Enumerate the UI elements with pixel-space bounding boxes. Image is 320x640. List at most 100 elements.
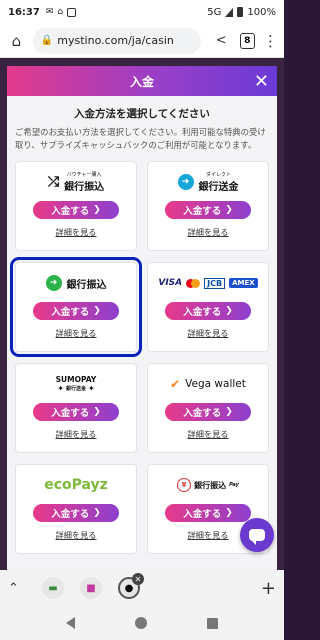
new-tab-icon[interactable]: +: [261, 578, 276, 599]
logo-subtext: バウチャー購入: [66, 172, 102, 179]
logo-text: 銀行振込: [66, 279, 107, 291]
wrestler-icon: ✦: [88, 384, 95, 394]
tab-count-button[interactable]: 8: [239, 32, 255, 49]
payment-method-grid: ⤮ バウチャー購入 銀行振込 入金する❯ 詳細を見る ➜ ダイレクト 銀行送金: [10, 161, 269, 555]
payment-card-voucher-bank-transfer[interactable]: ⤮ バウチャー購入 銀行振込 入金する ❯ 詳細を見る: [15, 161, 137, 252]
logo-subtext: ダイレクト: [205, 172, 231, 179]
logo-text: 銀行振込: [64, 182, 105, 194]
logo-subtext: Pay: [229, 482, 239, 489]
overflow-menu-icon[interactable]: ⋮: [263, 32, 278, 50]
details-link[interactable]: 詳細を見る: [188, 428, 229, 440]
site-tab-icon: ●: [124, 582, 134, 594]
chat-button[interactable]: [240, 518, 274, 552]
battery-label: 100%: [247, 6, 276, 18]
credit-card-logos: VISA JCB AMEX: [158, 271, 258, 295]
app-notification-icon: [67, 7, 77, 17]
details-link[interactable]: 詳細を見る: [56, 529, 97, 541]
direct-bank-remittance-logo: ➜ ダイレクト 銀行送金: [177, 170, 239, 194]
url-text: mystino.com/ja/casin: [57, 34, 174, 47]
deposit-button-label: 入金する: [51, 509, 90, 521]
lock-icon: 🔒: [40, 35, 54, 46]
home-nav-icon[interactable]: [135, 617, 147, 629]
network-label: 5G: [207, 6, 222, 18]
system-nav-bar: [0, 606, 284, 640]
visa-logo: VISA: [158, 278, 183, 289]
deposit-button[interactable]: 入金する ❯: [165, 201, 251, 220]
details-link[interactable]: 詳細を見る: [56, 428, 97, 440]
deposit-modal: 入金 ✕ 入金方法を選択してください ご希望のお支払い方法を選択してください。利…: [7, 66, 277, 570]
home-icon[interactable]: ⌂: [6, 32, 27, 50]
voucher-bank-transfer-logo: ⤮ バウチャー購入 銀行振込: [48, 170, 104, 194]
logo-text: ecoPayz: [44, 477, 108, 494]
notification-icons: ✉ ⌂: [46, 7, 77, 17]
share-icon[interactable]: <: [211, 33, 232, 48]
chevron-right-icon: ❯: [93, 306, 101, 317]
wrestler-icon: ✦: [57, 384, 64, 394]
logo-subtext: 銀行送金: [65, 386, 86, 393]
recents-icon[interactable]: [207, 617, 218, 629]
deposit-button-label: 入金する: [183, 408, 222, 420]
deposit-button[interactable]: 入金する ❯: [165, 504, 251, 523]
vega-wallet-logo: ✔ Vega wallet: [170, 372, 246, 396]
close-tab-icon[interactable]: ✕: [132, 573, 144, 585]
money-icon: ▬: [48, 582, 58, 594]
details-link[interactable]: 詳細を見る: [56, 327, 97, 339]
jcb-logo: JCB: [204, 277, 226, 289]
shuffle-icon: ⤮: [47, 174, 60, 191]
chevron-right-icon: ❯: [225, 205, 233, 216]
arrow-circle-icon: ➜: [177, 174, 194, 191]
deposit-button-label: 入金する: [51, 408, 90, 420]
battery-icon: [237, 7, 244, 17]
arrow-circle-icon: ➜: [45, 275, 62, 292]
chat-icon: [249, 529, 265, 545]
deposit-button-label: 入金する: [183, 307, 222, 319]
chevron-right-icon: ❯: [93, 508, 101, 519]
tab-icon-1[interactable]: ▬: [42, 577, 64, 599]
bank-circle-icon: ¥: [177, 478, 192, 493]
tab-strip: ⌃ ▬ ■ ● ✕ +: [0, 570, 284, 606]
chevron-right-icon: ❯: [225, 508, 233, 519]
browser-toolbar: ⌂ 🔒 mystino.com/ja/casin < 8 ⋮: [0, 24, 284, 58]
tab-icon-2[interactable]: ■: [80, 577, 102, 599]
chevron-up-icon[interactable]: ⌃: [8, 581, 26, 596]
modal-title: 入金: [129, 74, 154, 89]
status-time: 16:37: [8, 6, 40, 18]
app-tab-icon: ■: [86, 582, 96, 594]
deposit-button[interactable]: 入金する ❯: [165, 302, 251, 321]
logo-text: 銀行振込: [194, 480, 227, 490]
payment-card-bank-transfer[interactable]: ➜ 銀行振込 入金する ❯ 詳細を見る: [10, 257, 142, 358]
deposit-button[interactable]: 入金する ❯: [33, 504, 119, 523]
modal-body: 入金方法を選択してください ご希望のお支払い方法を選択してください。利用可能な特…: [7, 96, 277, 570]
amex-logo: AMEX: [229, 278, 258, 289]
payment-card-sumopay[interactable]: SUMOPAY ✦ 銀行送金 ✦ 入金する ❯ 詳細を見る: [15, 363, 137, 454]
payment-card-direct-bank-remittance[interactable]: ➜ ダイレクト 銀行送金 入金する ❯ 詳細を見る: [147, 161, 269, 252]
chevron-right-icon: ❯: [93, 205, 101, 216]
payment-card-vega-wallet[interactable]: ✔ Vega wallet 入金する ❯ 詳細を見る: [147, 363, 269, 454]
details-link[interactable]: 詳細を見る: [188, 226, 229, 238]
back-icon[interactable]: [66, 617, 75, 629]
ecopayz-logo: ecoPayz: [44, 473, 108, 497]
modal-description: ご希望のお支払い方法を選択してください。利用可能な特典の受け取り、サプライズキャ…: [15, 127, 266, 150]
deposit-button[interactable]: 入金する ❯: [33, 302, 119, 321]
deposit-button[interactable]: 入金する ❯: [33, 403, 119, 422]
logo-text: Vega wallet: [185, 378, 246, 391]
payment-card-ecopayz[interactable]: ecoPayz 入金する ❯ 詳細を見る: [15, 464, 137, 555]
logo-text: SUMOPAY: [55, 375, 97, 385]
tab-icon-active[interactable]: ● ✕: [118, 573, 144, 599]
deposit-button[interactable]: 入金する ❯: [33, 201, 119, 220]
deposit-button[interactable]: 入金する ❯: [165, 403, 251, 422]
status-bar: 16:37 ✉ ⌂ 5G 100%: [0, 0, 284, 24]
payment-card-credit-cards[interactable]: VISA JCB AMEX 入金する ❯ 詳細を見る: [147, 262, 269, 353]
details-link[interactable]: 詳細を見る: [188, 529, 229, 541]
sumopay-logo: SUMOPAY ✦ 銀行送金 ✦: [56, 372, 97, 396]
deposit-button-label: 入金する: [183, 206, 222, 218]
address-bar[interactable]: 🔒 mystino.com/ja/casin: [32, 27, 201, 54]
details-link[interactable]: 詳細を見る: [188, 327, 229, 339]
close-icon[interactable]: ✕: [254, 71, 269, 92]
details-link[interactable]: 詳細を見る: [56, 226, 97, 238]
deposit-button-label: 入金する: [51, 307, 90, 319]
signal-icon: [225, 7, 234, 17]
modal-header: 入金 ✕: [7, 66, 277, 96]
home-notification-icon: ⌂: [57, 7, 64, 17]
chevron-right-icon: ❯: [225, 407, 233, 418]
